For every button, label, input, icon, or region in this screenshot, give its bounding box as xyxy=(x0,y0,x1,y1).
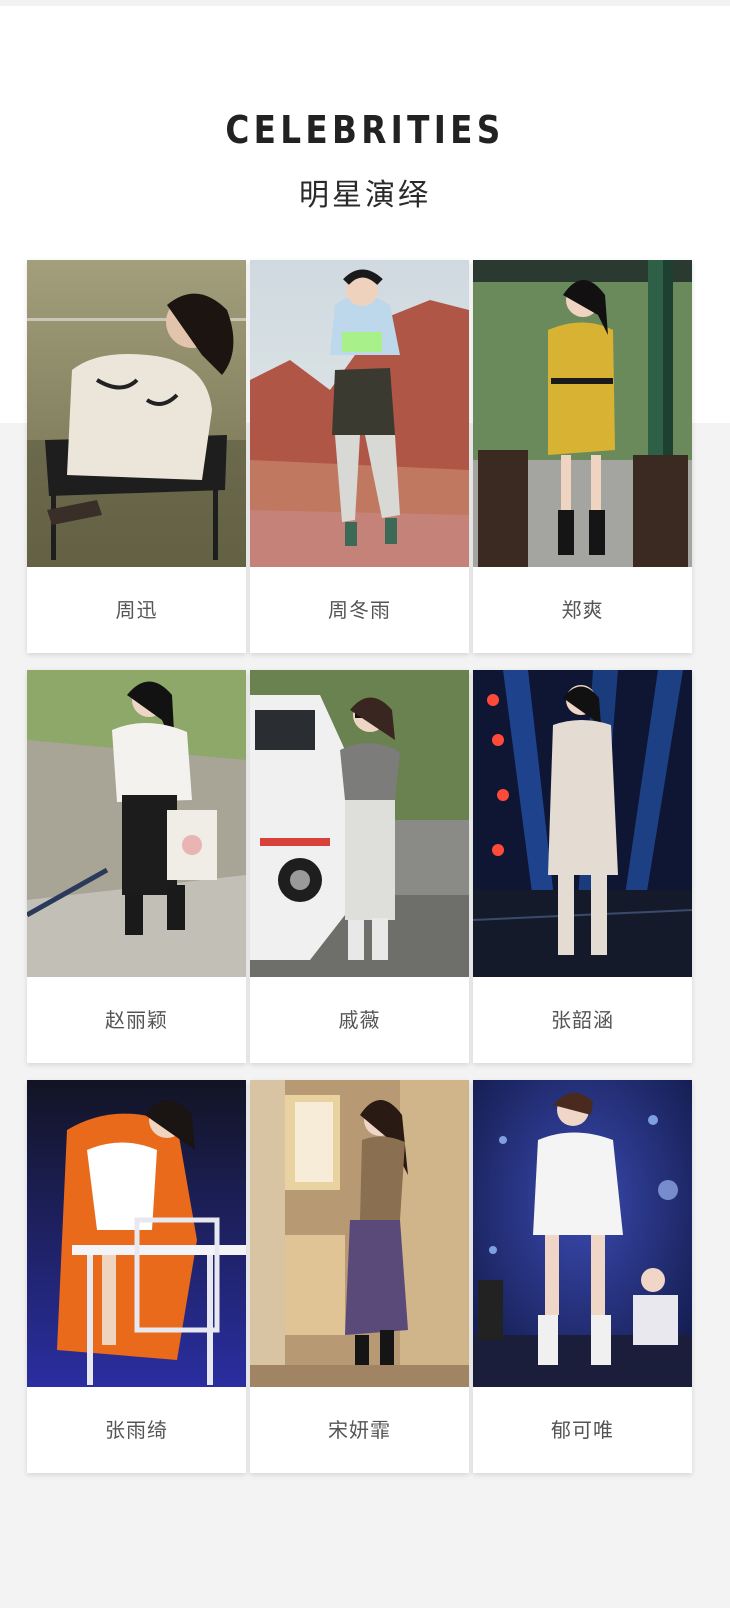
celebrity-photo xyxy=(473,1080,692,1387)
celebrity-card[interactable]: 张韶涵 xyxy=(473,670,692,1063)
celebrity-name: 赵丽颖 xyxy=(105,1008,168,1032)
celebrity-card[interactable]: 赵丽颖 xyxy=(27,670,246,1063)
section-subtitle: 明星演绎 xyxy=(299,178,431,213)
celebrity-photo xyxy=(27,670,246,977)
celebrity-card[interactable]: 周迅 xyxy=(27,260,246,653)
celebrity-name: 郑爽 xyxy=(561,598,604,622)
celebrity-card[interactable]: 戚薇 xyxy=(250,670,469,1063)
top-divider xyxy=(0,0,730,6)
celebrity-name: 张韶涵 xyxy=(551,1008,614,1032)
celebrity-photo xyxy=(250,260,469,567)
celebrity-name: 戚薇 xyxy=(338,1008,381,1032)
celebrity-photo xyxy=(250,670,469,977)
celebrity-photo xyxy=(250,1080,469,1387)
celebrity-photo xyxy=(473,260,692,567)
celebrity-name: 周冬雨 xyxy=(328,598,391,622)
celebrity-name: 张雨绮 xyxy=(105,1418,168,1442)
celebrity-card[interactable]: 郑爽 xyxy=(473,260,692,653)
celebrity-photo xyxy=(27,260,246,567)
celebrity-photo xyxy=(473,670,692,977)
section-title: CELEBRITIES xyxy=(225,108,505,152)
celebrity-card[interactable]: 周冬雨 xyxy=(250,260,469,653)
celebrity-card[interactable]: 宋妍霏 xyxy=(250,1080,469,1473)
celebrity-card[interactable]: 郁可唯 xyxy=(473,1080,692,1473)
celebrity-photo xyxy=(27,1080,246,1387)
celebrity-name: 郁可唯 xyxy=(551,1418,614,1442)
celebrity-name: 宋妍霏 xyxy=(328,1418,391,1442)
celebrity-card[interactable]: 张雨绮 xyxy=(27,1080,246,1473)
celebrity-name: 周迅 xyxy=(115,598,158,622)
